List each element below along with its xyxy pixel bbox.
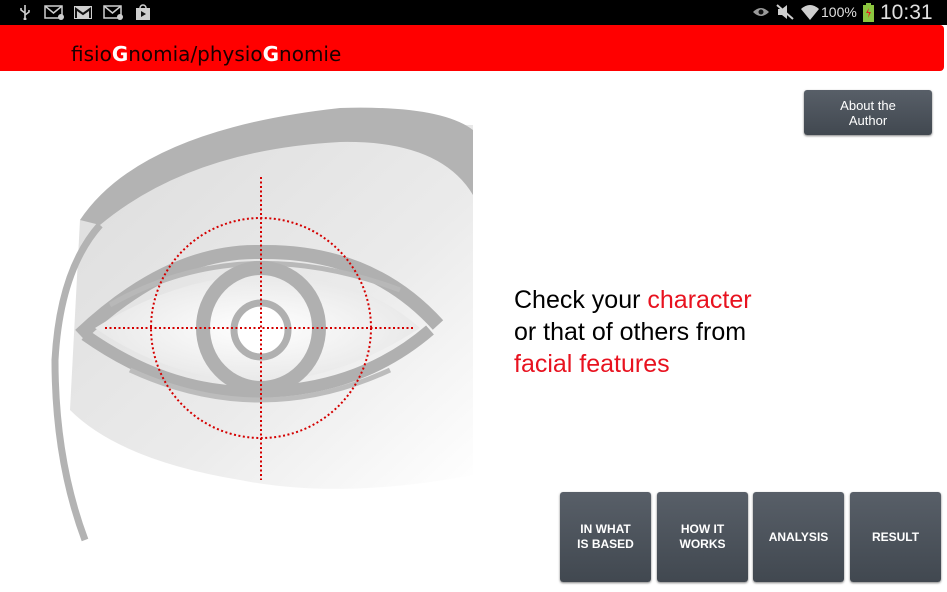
app-header: fisioGnomia/physioGnomie xyxy=(0,25,944,71)
tagline-line1: Check your character xyxy=(514,284,752,316)
title-part: nomia/physio xyxy=(128,42,263,66)
eye-with-crosshair-icon xyxy=(51,107,473,542)
eye-illustration xyxy=(40,80,490,550)
mute-icon xyxy=(776,3,794,21)
app-title: fisioGnomia/physioGnomie xyxy=(71,42,341,66)
in-what-is-based-button[interactable]: IN WHAT IS BASED xyxy=(560,492,651,582)
clock: 10:31 xyxy=(880,1,933,24)
tagline-highlight: character xyxy=(647,286,752,314)
tile-label: IS BASED xyxy=(577,537,634,551)
battery-icon xyxy=(862,2,874,22)
about-the-author-button[interactable]: About the Author xyxy=(804,90,932,135)
title-part: nomie xyxy=(279,42,342,66)
usb-icon xyxy=(18,3,32,21)
tagline: Check your character or that of others f… xyxy=(514,284,752,380)
status-bar: 100% 10:31 xyxy=(0,0,947,25)
tile-label: RESULT xyxy=(871,529,920,544)
tagline-text: Check your xyxy=(514,286,648,314)
battery-percentage: 100% xyxy=(821,4,857,20)
title-highlight-g: G xyxy=(262,42,280,66)
wifi-icon xyxy=(799,3,821,21)
about-button-line1: About the xyxy=(840,97,896,113)
tagline-line2: or that of others from xyxy=(514,318,747,346)
analysis-button[interactable]: ANALYSIS xyxy=(753,492,844,582)
tile-label: ANALYSIS xyxy=(768,529,829,544)
eye-icon xyxy=(752,3,770,21)
tagline-line3: facial features xyxy=(514,350,670,378)
title-part: fisio xyxy=(71,42,112,66)
how-it-works-button[interactable]: HOW IT WORKS xyxy=(657,492,748,582)
email-icon xyxy=(44,3,64,21)
result-button[interactable]: RESULT xyxy=(850,492,941,582)
play-store-icon xyxy=(134,3,152,21)
tile-label: WORKS xyxy=(679,537,726,551)
about-button-line2: Author xyxy=(848,112,888,128)
tile-label: IN WHAT xyxy=(580,522,631,536)
email-icon xyxy=(103,3,123,21)
gmail-icon xyxy=(73,3,93,21)
tile-label: HOW IT xyxy=(680,522,725,536)
title-highlight-g: G xyxy=(111,42,129,66)
